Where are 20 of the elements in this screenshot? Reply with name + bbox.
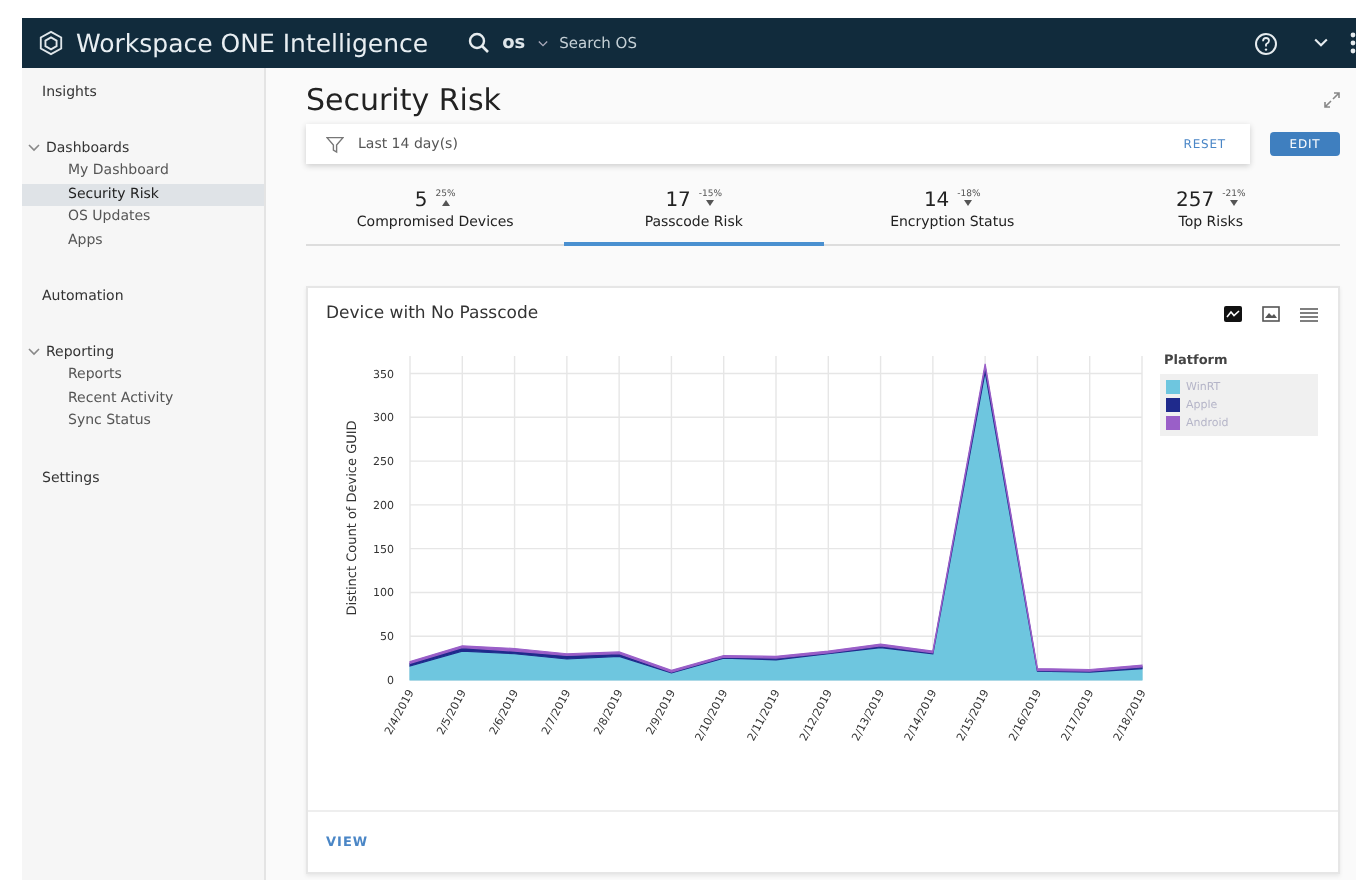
hexagon-logo-icon (38, 30, 64, 56)
metric-value: 14 (923, 189, 950, 211)
card-title: Device with No Passcode (326, 304, 541, 324)
kebab-menu-icon[interactable] (1350, 32, 1356, 54)
chevron-icon[interactable] (28, 348, 40, 356)
help-icon[interactable] (1254, 31, 1278, 55)
page-title: Security Risk (306, 82, 503, 118)
product-name: Workspace ONE Intelligence (76, 28, 429, 58)
search-icon[interactable] (468, 32, 491, 54)
scope-selector[interactable]: os (502, 33, 526, 53)
line-chart-icon[interactable] (1224, 306, 1242, 322)
image-icon[interactable] (1262, 306, 1280, 322)
chevron-icon[interactable] (28, 144, 40, 152)
metric-value: 257 (1176, 189, 1215, 211)
filter-icon[interactable] (326, 135, 344, 153)
expand-icon[interactable] (1324, 92, 1340, 108)
metric-value: 17 (665, 189, 691, 211)
metric-value: 5 (414, 189, 428, 211)
list-icon[interactable] (1300, 307, 1318, 321)
caret-icon[interactable] (537, 39, 548, 47)
